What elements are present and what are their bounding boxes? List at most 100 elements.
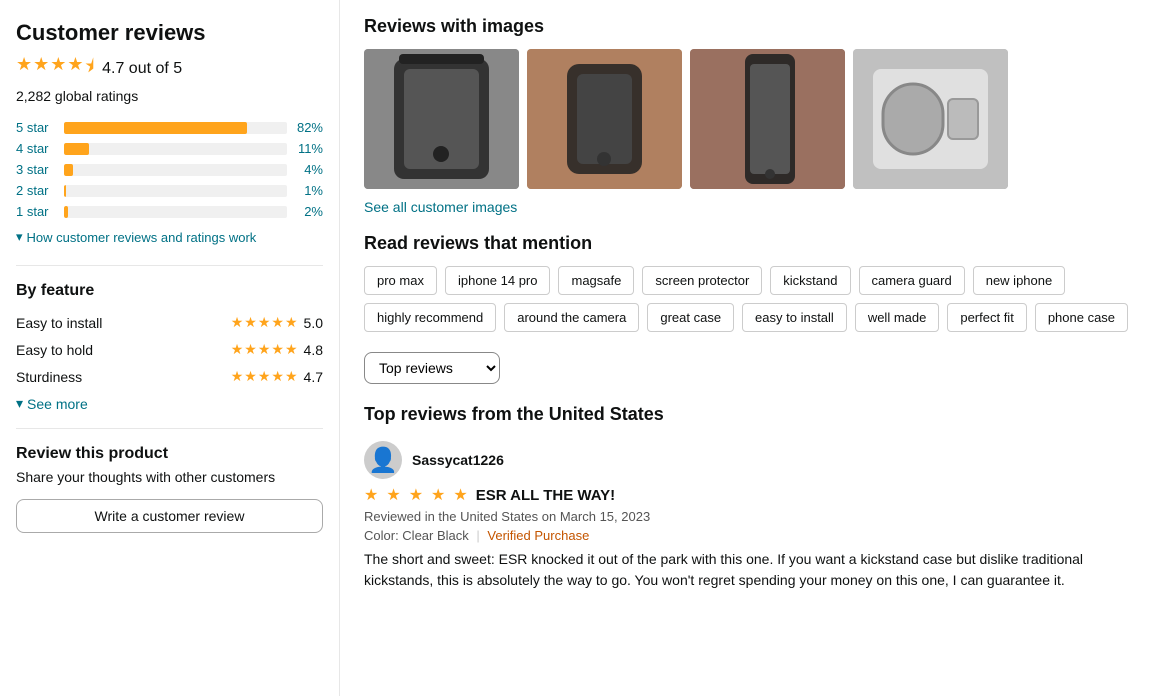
rating-bar-1[interactable]: 1 star 2%: [16, 204, 323, 219]
review-star-4: ★: [431, 485, 445, 505]
review-thumb-1[interactable]: [364, 49, 519, 189]
bar-label-4: 4 star: [16, 141, 56, 156]
review-headline: ESR ALL THE WAY!: [476, 487, 615, 504]
review-text: The short and sweet: ESR knocked it out …: [364, 549, 1150, 591]
review-star-5: ★: [453, 485, 467, 505]
see-all-images-link[interactable]: See all customer images: [364, 199, 517, 215]
review-meta: Reviewed in the United States on March 1…: [364, 509, 1150, 524]
how-ratings-link[interactable]: ▾ How customer reviews and ratings work: [16, 229, 323, 245]
h-star-3: ★: [258, 341, 271, 358]
review-star-3: ★: [409, 485, 423, 505]
tag-great-case[interactable]: great case: [647, 303, 734, 332]
verified-purchase-badge: Verified Purchase: [487, 528, 589, 543]
reviewer-avatar: 👤: [364, 441, 402, 479]
review-star-2: ★: [386, 485, 400, 505]
feature-name-hold: Easy to hold: [16, 342, 116, 358]
bar-outer-4: [64, 143, 287, 155]
feature-score-hold: 4.8: [304, 342, 323, 358]
bar-pct-2: 1%: [295, 183, 323, 198]
rating-bars: 5 star 82% 4 star 11% 3 star 4% 2 star: [16, 120, 323, 219]
review-images-row: [364, 49, 1150, 189]
tag-iphone-14-pro[interactable]: iphone 14 pro: [445, 266, 551, 295]
bar-pct-3: 4%: [295, 162, 323, 177]
feature-easy-to-hold: Easy to hold ★ ★ ★ ★ ★ 4.8: [16, 341, 323, 358]
feature-sturdiness: Sturdiness ★ ★ ★ ★ ★ 4.7: [16, 368, 323, 385]
bar-label-2: 2 star: [16, 183, 56, 198]
review-product-title: Review this product: [16, 445, 323, 463]
tag-phone-case[interactable]: phone case: [1035, 303, 1128, 332]
tag-perfect-fit[interactable]: perfect fit: [947, 303, 1026, 332]
star-5-half: ⯨: [85, 54, 95, 84]
tag-screen-protector[interactable]: screen protector: [642, 266, 762, 295]
tag-magsafe[interactable]: magsafe: [558, 266, 634, 295]
f-star-4: ★: [271, 314, 284, 331]
f-star-2: ★: [244, 314, 257, 331]
overall-rating-row: ★ ★ ★ ★ ⯨ 4.7 out of 5: [16, 54, 323, 84]
how-ratings-text: How customer reviews and ratings work: [27, 230, 257, 245]
feature-score-install: 5.0: [304, 315, 323, 331]
feature-name-install: Easy to install: [16, 315, 116, 331]
bar-pct-5: 82%: [295, 120, 323, 135]
review-star-1: ★: [364, 485, 378, 505]
s-star-4: ★: [271, 368, 284, 385]
h-star-5: ★: [285, 341, 298, 358]
s-star-5: ★: [285, 368, 298, 385]
divider-2: [16, 428, 323, 429]
star-1: ★: [16, 54, 32, 84]
tags-container: pro max iphone 14 pro magsafe screen pro…: [364, 266, 1150, 332]
h-star-4: ★: [271, 341, 284, 358]
bar-inner-4: [64, 143, 89, 155]
bar-outer-2: [64, 185, 287, 197]
pipe: |: [476, 528, 479, 543]
see-more-link[interactable]: ▾ See more: [16, 395, 323, 412]
tag-camera-guard[interactable]: camera guard: [859, 266, 965, 295]
by-feature-title: By feature: [16, 282, 323, 300]
s-star-1: ★: [231, 368, 244, 385]
global-ratings: 2,282 global ratings: [16, 88, 323, 104]
tag-new-iphone[interactable]: new iphone: [973, 266, 1066, 295]
review-thumb-4[interactable]: [853, 49, 1008, 189]
write-review-button[interactable]: Write a customer review: [16, 499, 323, 533]
star-2: ★: [33, 54, 49, 84]
review-stars-row: ★ ★ ★ ★ ★ ESR ALL THE WAY!: [364, 485, 1150, 505]
h-star-1: ★: [231, 341, 244, 358]
bar-outer-1: [64, 206, 287, 218]
star-4: ★: [67, 54, 83, 84]
rating-bar-3[interactable]: 3 star 4%: [16, 162, 323, 177]
bar-outer-3: [64, 164, 287, 176]
tag-highly-recommend[interactable]: highly recommend: [364, 303, 496, 332]
s-star-2: ★: [244, 368, 257, 385]
see-more-text: See more: [27, 396, 88, 412]
tag-well-made[interactable]: well made: [855, 303, 940, 332]
chevron-down-icon: ▾: [16, 229, 23, 245]
tag-easy-to-install[interactable]: easy to install: [742, 303, 847, 332]
s-star-3: ★: [258, 368, 271, 385]
overall-stars: ★ ★ ★ ★ ⯨: [16, 54, 94, 84]
f-star-1: ★: [231, 314, 244, 331]
reviewer-row: 👤 Sassycat1226: [364, 441, 1150, 479]
tag-around-the-camera[interactable]: around the camera: [504, 303, 639, 332]
bar-inner-5: [64, 122, 247, 134]
feature-stars-sturdiness: ★ ★ ★ ★ ★: [231, 368, 298, 385]
reviews-with-images-title: Reviews with images: [364, 16, 1150, 37]
divider-1: [16, 265, 323, 266]
bar-pct-1: 2%: [295, 204, 323, 219]
review-thumb-2[interactable]: [527, 49, 682, 189]
bar-label-1: 1 star: [16, 204, 56, 219]
tag-pro-max[interactable]: pro max: [364, 266, 437, 295]
review-thumb-3[interactable]: [690, 49, 845, 189]
sort-select[interactable]: Top reviews Most recent: [364, 352, 500, 384]
review-item-1: 👤 Sassycat1226 ★ ★ ★ ★ ★ ESR ALL THE WAY…: [364, 441, 1150, 591]
rating-bar-5[interactable]: 5 star 82%: [16, 120, 323, 135]
reviewer-name: Sassycat1226: [412, 452, 504, 468]
bar-inner-2: [64, 185, 66, 197]
bar-outer-5: [64, 122, 287, 134]
rating-bar-4[interactable]: 4 star 11%: [16, 141, 323, 156]
avatar-icon: 👤: [368, 446, 398, 475]
h-star-2: ★: [244, 341, 257, 358]
bar-inner-3: [64, 164, 73, 176]
bar-label-5: 5 star: [16, 120, 56, 135]
share-thoughts: Share your thoughts with other customers: [16, 469, 323, 485]
tag-kickstand[interactable]: kickstand: [770, 266, 850, 295]
rating-bar-2[interactable]: 2 star 1%: [16, 183, 323, 198]
